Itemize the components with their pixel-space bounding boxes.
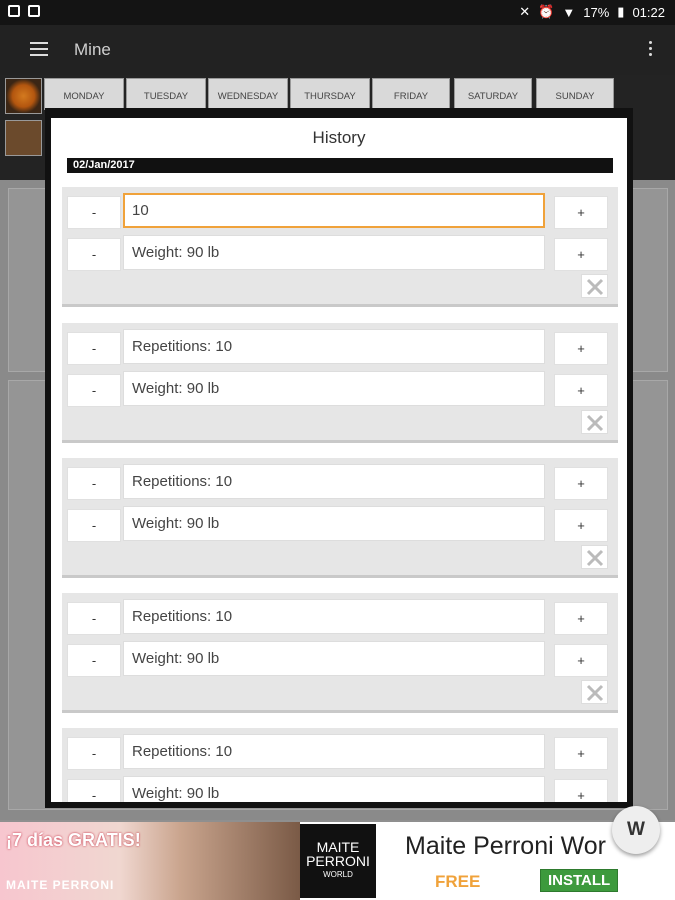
set-card: - Repetitions: 10 + - Weight: 90 lb + <box>62 458 618 578</box>
decrease-reps-button[interactable]: - <box>67 737 121 770</box>
set-card: - Repetitions: 10 + - Weight: 90 lb + <box>62 728 618 802</box>
delete-set-button[interactable] <box>581 274 608 298</box>
close-icon <box>586 549 604 567</box>
increase-weight-button[interactable]: + <box>554 509 608 542</box>
weight-field[interactable]: Weight: 90 lb <box>123 235 545 270</box>
ad-image: ¡7 días GRATIS! MAITE PERRONI <box>0 822 300 900</box>
day-tab-wednesday[interactable]: WEDNESDAY <box>208 78 288 110</box>
decrease-weight-button[interactable]: - <box>67 779 121 802</box>
decrease-weight-button[interactable]: - <box>67 374 121 407</box>
ad-logo-line: PERRONI <box>306 853 370 869</box>
ad-free-label: FREE <box>435 872 481 891</box>
reps-field[interactable]: Repetitions: 10 <box>123 599 545 634</box>
decrease-reps-button[interactable]: - <box>67 196 121 229</box>
day-tab-saturday[interactable]: SATURDAY <box>454 78 532 110</box>
ad-banner[interactable]: ¡7 días GRATIS! MAITE PERRONI MAITE PERR… <box>0 822 675 900</box>
decrease-reps-button[interactable]: - <box>67 602 121 635</box>
delete-set-button[interactable] <box>581 545 608 569</box>
app-notification-icon <box>28 5 40 17</box>
menu-icon[interactable] <box>30 42 48 56</box>
close-icon <box>586 684 604 702</box>
day-tab-thursday[interactable]: THURSDAY <box>290 78 370 110</box>
ad-brand-left: MAITE PERRONI <box>6 878 115 892</box>
ad-title: Maite Perroni Wor <box>405 832 606 860</box>
set-card: - 10 + - Weight: 90 lb + <box>62 187 618 307</box>
wifi-icon: ▼ <box>562 4 576 20</box>
floating-action-button[interactable]: W <box>612 806 660 854</box>
reps-field[interactable]: 10 <box>123 193 545 228</box>
history-dialog: History 02/Jan/2017 - 10 + - Weight: 90 … <box>45 108 633 808</box>
decrease-weight-button[interactable]: - <box>67 509 121 542</box>
day-tab-monday[interactable]: MONDAY <box>44 78 124 110</box>
day-tab-sunday[interactable]: SUNDAY <box>536 78 614 110</box>
increase-reps-button[interactable]: + <box>554 332 608 365</box>
reps-field[interactable]: Repetitions: 10 <box>123 464 545 499</box>
delete-set-button[interactable] <box>581 410 608 434</box>
ad-logo-line: MAITE <box>316 839 360 855</box>
app-title: Mine <box>74 40 111 59</box>
weight-field[interactable]: Weight: 90 lb <box>123 641 545 676</box>
screenshot-notification-icon <box>8 5 20 17</box>
battery-icon: ▮ <box>617 4 625 19</box>
decrease-reps-button[interactable]: - <box>67 467 121 500</box>
alarm-icon: ⏰ <box>538 4 555 19</box>
decrease-weight-button[interactable]: - <box>67 644 121 677</box>
increase-weight-button[interactable]: + <box>554 374 608 407</box>
weight-field[interactable]: Weight: 90 lb <box>123 371 545 406</box>
ad-logo: MAITE PERRONI WORLD <box>300 824 376 898</box>
ad-promo-text: ¡7 días GRATIS! <box>6 830 141 850</box>
decrease-reps-button[interactable]: - <box>67 332 121 365</box>
reps-field[interactable]: Repetitions: 10 <box>123 734 545 769</box>
increase-reps-button[interactable]: + <box>554 737 608 770</box>
increase-reps-button[interactable]: + <box>554 196 608 229</box>
increase-reps-button[interactable]: + <box>554 602 608 635</box>
overflow-menu-icon[interactable] <box>649 41 653 59</box>
battery-percent: 17% <box>583 4 610 20</box>
status-bar: ✕ ⏰ ▼ 17% ▮ 01:22 <box>0 0 675 25</box>
delete-set-button[interactable] <box>581 680 608 704</box>
exercise-avatar-secondary[interactable] <box>5 120 42 156</box>
history-date: 02/Jan/2017 <box>67 158 613 173</box>
increase-weight-button[interactable]: + <box>554 779 608 802</box>
close-icon <box>586 414 604 432</box>
close-icon <box>586 278 604 296</box>
weight-field[interactable]: Weight: 90 lb <box>123 776 545 802</box>
ad-logo-line: WORLD <box>323 870 353 879</box>
ad-install-button[interactable]: INSTALL <box>540 869 619 892</box>
increase-weight-button[interactable]: + <box>554 644 608 677</box>
dialog-title: History <box>312 128 366 147</box>
day-tab-friday[interactable]: FRIDAY <box>372 78 450 110</box>
decrease-weight-button[interactable]: - <box>67 238 121 271</box>
set-card: - Repetitions: 10 + - Weight: 90 lb + <box>62 593 618 713</box>
weight-field[interactable]: Weight: 90 lb <box>123 506 545 541</box>
exercise-avatar[interactable] <box>5 78 42 114</box>
clock: 01:22 <box>632 4 665 20</box>
set-card: - Repetitions: 10 + - Weight: 90 lb + <box>62 323 618 443</box>
mute-icon: ✕ <box>519 4 531 19</box>
app-bar: Mine <box>0 25 675 75</box>
increase-weight-button[interactable]: + <box>554 238 608 271</box>
day-tab-tuesday[interactable]: TUESDAY <box>126 78 206 110</box>
reps-field[interactable]: Repetitions: 10 <box>123 329 545 364</box>
increase-reps-button[interactable]: + <box>554 467 608 500</box>
